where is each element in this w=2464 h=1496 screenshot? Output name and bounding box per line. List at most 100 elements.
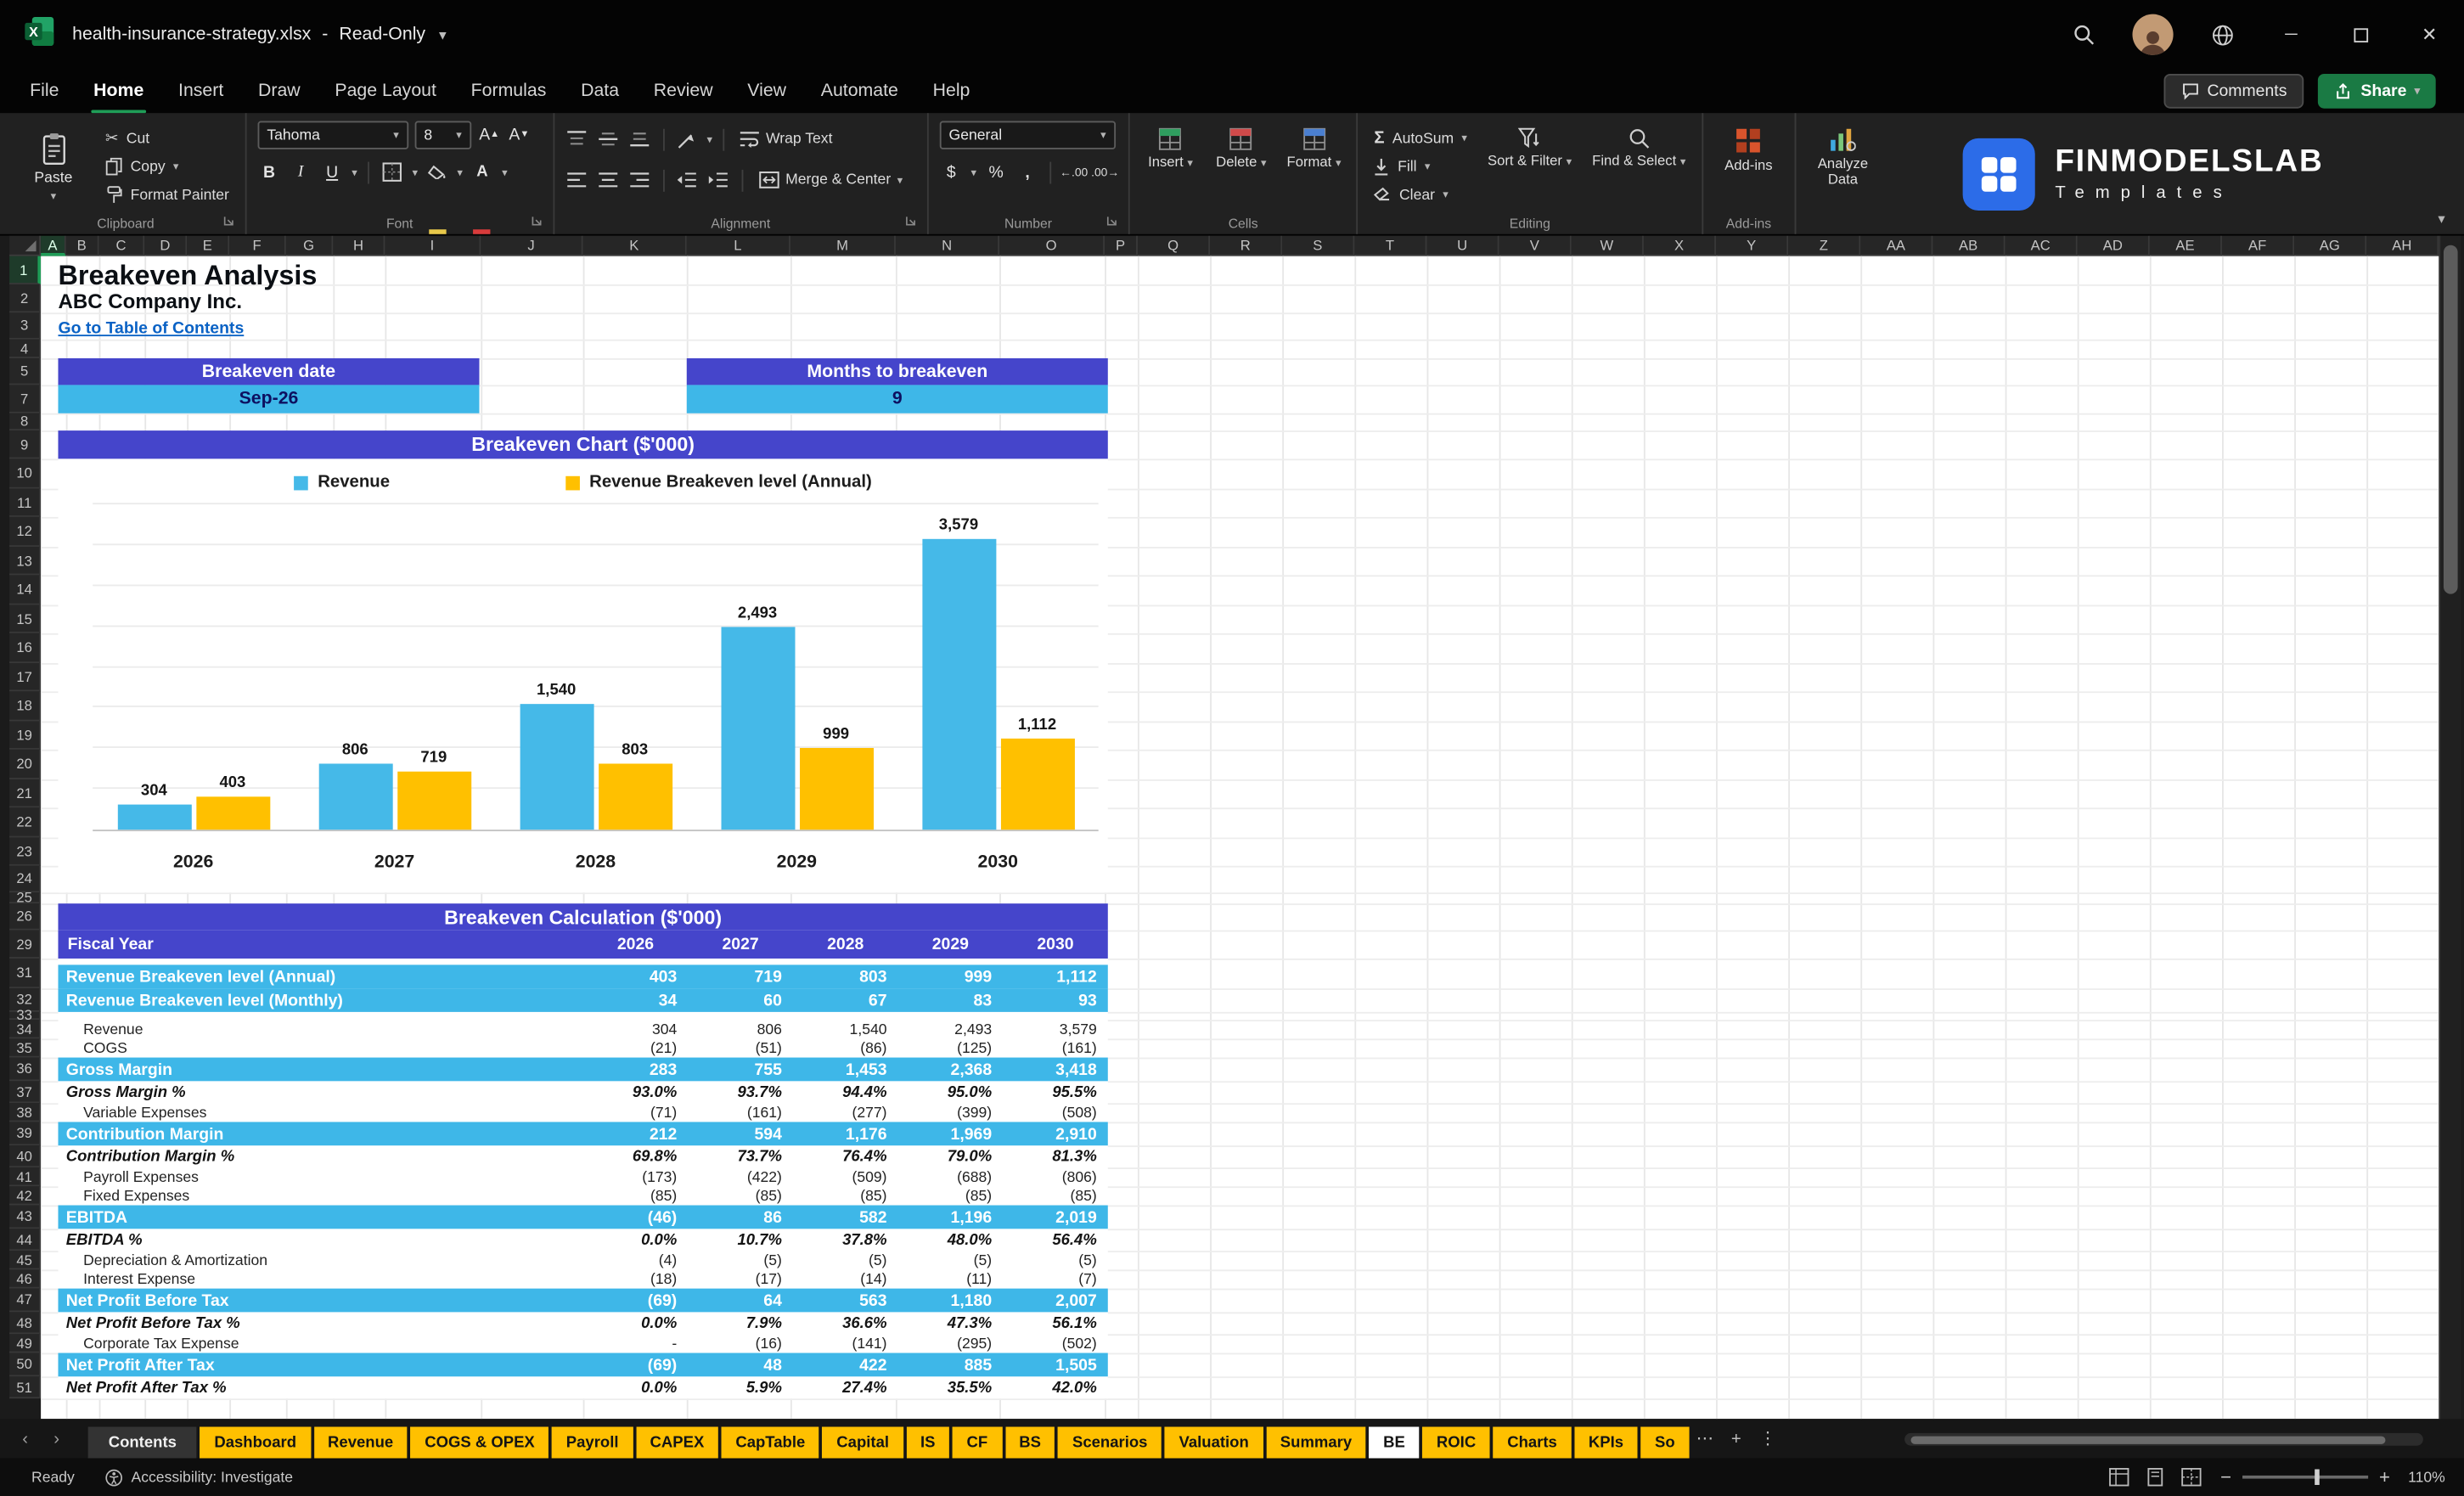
cell-value[interactable]: 83 [898, 988, 1004, 1012]
row-label[interactable]: EBITDA % [58, 1229, 582, 1251]
row-label[interactable]: Corporate Tax Expense [58, 1334, 582, 1353]
page-layout-view-icon[interactable] [2145, 1467, 2165, 1487]
copy-button[interactable]: Copy ▾ [100, 154, 233, 179]
cell-value[interactable]: (46) [583, 1206, 689, 1229]
cell-value[interactable]: 403 [583, 965, 689, 988]
row-header-47[interactable]: 47 [9, 1288, 42, 1313]
row-header-11[interactable]: 11 [9, 488, 42, 517]
row-header-22[interactable]: 22 [9, 807, 42, 838]
row-header-29[interactable]: 29 [9, 930, 42, 959]
align-middle-icon[interactable] [597, 127, 621, 152]
sheet-tab-be[interactable]: BE [1369, 1426, 1420, 1459]
cell-value[interactable]: (399) [898, 1103, 1004, 1122]
cell-value[interactable]: 806 [688, 1020, 793, 1038]
underline-button[interactable]: U [320, 160, 344, 185]
sheet-tab-so[interactable]: So [1640, 1426, 1690, 1459]
column-header-Z[interactable]: Z [1788, 235, 1861, 256]
cell-value[interactable]: 93 [1003, 988, 1108, 1012]
cell-value[interactable]: 95.0% [898, 1081, 1004, 1103]
row-header-13[interactable]: 13 [9, 547, 42, 576]
cell-value[interactable]: (85) [793, 1186, 898, 1205]
row-header-1[interactable]: 1 [9, 256, 42, 284]
sheet-tab-capex[interactable]: CAPEX [635, 1426, 718, 1459]
cell-value[interactable]: 212 [583, 1122, 689, 1145]
close-button[interactable]: ✕ [2395, 0, 2464, 69]
calc-row-contribution-margin[interactable]: Contribution Margin 212 594 1,176 1,969 2,910 [58, 1122, 1108, 1146]
cell-value[interactable]: (688) [898, 1167, 1004, 1186]
row-label[interactable]: Payroll Expenses [58, 1167, 582, 1186]
row-header-41[interactable]: 41 [9, 1167, 42, 1187]
cell-value[interactable]: 2,019 [1003, 1206, 1108, 1229]
fill-color-button[interactable] [425, 160, 449, 234]
cell-value[interactable]: (85) [583, 1186, 689, 1205]
grow-font-button[interactable]: A ▲ [477, 122, 501, 148]
calc-row-interest-expense[interactable]: Interest Expense (18) (17) (14) (11) (7) [58, 1269, 1107, 1288]
menu-tab-draw[interactable]: Draw [241, 69, 318, 113]
row-header-45[interactable]: 45 [9, 1251, 42, 1270]
cell-value[interactable]: 1,505 [1003, 1353, 1108, 1377]
sheet-tab-contents[interactable]: Contents [87, 1426, 197, 1459]
sheet-tab-cogs-opex[interactable]: COGS & OPEX [410, 1426, 549, 1459]
row-label[interactable]: EBITDA [58, 1206, 582, 1229]
cell-value[interactable]: 67 [793, 988, 898, 1012]
dialog-launcher-icon[interactable] [222, 214, 233, 230]
column-header-G[interactable]: G [285, 235, 334, 256]
cell-value[interactable]: 1,176 [793, 1122, 898, 1145]
maximize-button[interactable] [2326, 0, 2394, 69]
chart-banner[interactable]: Breakeven Chart ($'000) [58, 430, 1108, 459]
row-header-25[interactable]: 25 [9, 890, 42, 905]
column-header-AH[interactable]: AH [2366, 235, 2439, 256]
cell-value[interactable]: (85) [688, 1186, 793, 1205]
bold-button[interactable]: B [257, 160, 281, 185]
calc-row-corporate-tax-expense[interactable]: Corporate Tax Expense - (16) (141) (295) (502… [58, 1334, 1107, 1353]
select-all-corner[interactable] [9, 235, 42, 256]
zoom-level[interactable]: 110% [2401, 1469, 2445, 1486]
column-header-AA[interactable]: AA [1860, 235, 1933, 256]
column-header-F[interactable]: F [229, 235, 286, 256]
sheet-tab-scenarios[interactable]: Scenarios [1058, 1426, 1162, 1459]
column-header-Q[interactable]: Q [1137, 235, 1211, 256]
cell-value[interactable]: (502) [1003, 1334, 1108, 1353]
row-label[interactable]: Revenue Breakeven level (Monthly) [58, 988, 582, 1012]
orientation-button[interactable] [676, 127, 700, 152]
cell-value[interactable]: (277) [793, 1103, 898, 1122]
new-sheet-button[interactable]: + [1720, 1419, 1752, 1458]
cell-value[interactable]: 803 [793, 965, 898, 988]
row-header-9[interactable]: 9 [9, 430, 42, 459]
cell-value[interactable]: 1,540 [793, 1020, 898, 1038]
cell-value[interactable]: 79.0% [898, 1145, 1004, 1167]
fill-button[interactable]: Fill ▾ [1370, 154, 1472, 179]
sheet-tab-capital[interactable]: Capital [822, 1426, 903, 1459]
calc-row-revenue-breakeven-level-annual[interactable]: Revenue Breakeven level (Annual) 403 719 80… [58, 965, 1108, 989]
table-of-contents-link[interactable]: Go to Table of Contents [58, 319, 244, 338]
row-header-19[interactable]: 19 [9, 721, 42, 750]
collapse-ribbon-icon[interactable]: ▾ [2438, 211, 2444, 228]
analyze-data-button[interactable]: Analyze Data [1807, 121, 1879, 212]
menu-tab-review[interactable]: Review [636, 69, 730, 113]
menu-tab-page-layout[interactable]: Page Layout [318, 69, 453, 113]
format-painter-button[interactable]: Format Painter [100, 183, 233, 208]
minimize-button[interactable]: ─ [2257, 0, 2326, 69]
row-header-4[interactable]: 4 [9, 339, 42, 358]
column-header-W[interactable]: W [1571, 235, 1644, 256]
increase-indent-icon[interactable] [707, 167, 731, 193]
cell-value[interactable]: (5) [688, 1251, 793, 1269]
cell-value[interactable]: 2,493 [898, 1020, 1004, 1038]
cell-value[interactable]: 885 [898, 1353, 1004, 1377]
cell-value[interactable]: 76.4% [793, 1145, 898, 1167]
fiscal-year-label[interactable]: Fiscal Year [58, 931, 582, 959]
row-label[interactable]: Net Profit After Tax % [58, 1376, 582, 1398]
calc-row-gross-margin[interactable]: Gross Margin % 93.0% 93.7% 94.4% 95.0% 95.5% [58, 1081, 1107, 1103]
cell-value[interactable]: 94.4% [793, 1081, 898, 1103]
cell-value[interactable]: 422 [793, 1353, 898, 1377]
column-header-L[interactable]: L [686, 235, 790, 256]
accounting-format-button[interactable]: $ [939, 160, 963, 185]
cell-value[interactable]: 93.0% [583, 1081, 689, 1103]
cell-value[interactable]: 48.0% [898, 1229, 1004, 1251]
column-header-O[interactable]: O [999, 235, 1105, 256]
vertical-scrollbar-thumb[interactable] [2443, 245, 2458, 594]
row-header-48[interactable]: 48 [9, 1312, 42, 1335]
row-header-7[interactable]: 7 [9, 385, 42, 413]
row-header-34[interactable]: 34 [9, 1020, 42, 1039]
cell-value[interactable]: (18) [583, 1269, 689, 1288]
